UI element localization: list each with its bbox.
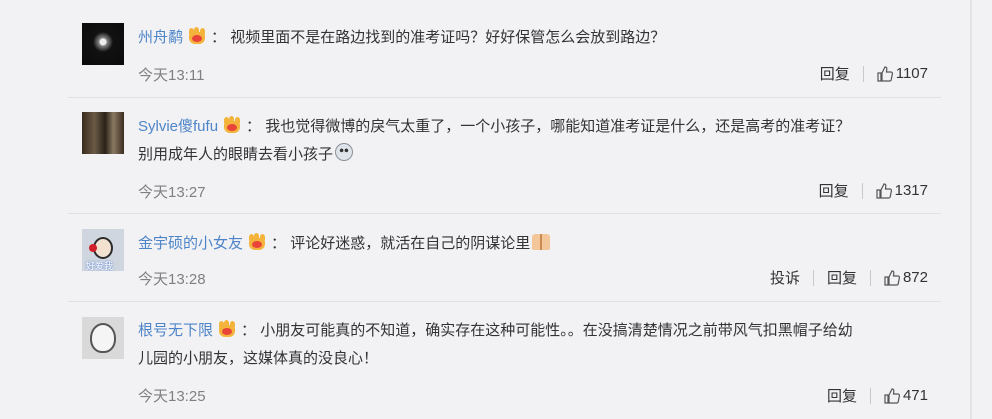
username-link[interactable]: 州舟鹬 <box>138 29 183 46</box>
username-link[interactable]: 根号无下限 <box>138 322 213 339</box>
comment-actions: 投诉 回复 872 <box>770 267 928 288</box>
like-button[interactable]: 471 <box>884 387 928 404</box>
scrollbar-thumb[interactable] <box>970 0 972 419</box>
avatar-caption: 好爱我 <box>86 261 114 271</box>
action-divider <box>869 269 871 286</box>
reply-button[interactable]: 回复 <box>827 267 857 288</box>
comment-timestamp: 今天13:27 <box>138 184 206 201</box>
like-count: 471 <box>902 387 928 404</box>
comment-text: 我也觉得微博的戾气太重了，一个小孩子，哪能知道准考证是什么，还是高考的准考证？ <box>265 118 851 135</box>
comment-text-line2: 别用成年人的眼睛去看小孩子 <box>138 146 334 163</box>
thumbs-up-icon <box>884 269 900 286</box>
avatar[interactable] <box>82 23 124 65</box>
like-button[interactable]: 1107 <box>877 65 928 82</box>
action-divider <box>869 387 871 404</box>
divider <box>68 301 941 302</box>
like-count: 1107 <box>895 65 928 82</box>
crown-badge-icon <box>222 116 242 134</box>
comment-timestamp: 今天13:25 <box>138 388 206 405</box>
comment-body: Sylvie傻fufu： 我也觉得微博的戾气太重了，一个小孩子，哪能知道准考证是… <box>138 116 851 163</box>
avatar[interactable]: 好爱我 <box>82 229 124 271</box>
comment-body: 州舟鹬： 视频里面不是在路边找到的准考证吗？好好保管怎么会放到路边？ <box>138 27 666 46</box>
comment-timestamp: 今天13:28 <box>138 271 206 288</box>
like-button[interactable]: 872 <box>884 269 928 286</box>
avatar[interactable] <box>82 112 124 154</box>
comment-text-line2: 儿园的小朋友，这媒体真的没良心！ <box>138 350 379 367</box>
reply-button[interactable]: 回复 <box>819 180 849 201</box>
comment-text: 视频里面不是在路边找到的准考证吗？好好保管怎么会放到路边？ <box>230 29 666 46</box>
avatar[interactable] <box>82 317 124 359</box>
action-divider <box>812 269 814 286</box>
crown-badge-icon <box>247 233 267 251</box>
like-count: 1317 <box>894 182 928 199</box>
comment-actions: 回复 1317 <box>819 180 928 201</box>
reply-button[interactable]: 回复 <box>820 63 850 84</box>
comment-actions: 回复 1107 <box>820 63 928 84</box>
action-divider <box>862 65 864 82</box>
username-link[interactable]: Sylvie傻fufu <box>138 118 218 135</box>
shocked-face-emoji-icon <box>335 143 354 161</box>
crown-badge-icon <box>187 27 207 45</box>
comment-body: 根号无下限： 小朋友可能真的不知道，确实存在这种可能性。。在没搞清楚情况之前带风… <box>138 320 853 367</box>
username-link[interactable]: 金宇硕的小女友 <box>138 235 243 252</box>
thumbs-up-icon <box>884 387 900 404</box>
comment-actions: 回复 471 <box>827 385 928 406</box>
thumbs-up-icon <box>876 182 892 199</box>
divider <box>68 213 941 214</box>
scrollbar-track[interactable] <box>961 0 992 419</box>
comment-timestamp: 今天13:11 <box>138 67 205 84</box>
divider <box>68 97 941 98</box>
action-divider <box>861 182 863 199</box>
crown-badge-icon <box>217 320 237 338</box>
like-button[interactable]: 1317 <box>876 182 928 199</box>
reply-button[interactable]: 回复 <box>827 385 857 406</box>
like-count: 872 <box>902 269 928 286</box>
comment-text: 评论好迷惑，就活在自己的阴谋论里 <box>290 235 531 252</box>
report-button[interactable]: 投诉 <box>770 267 800 288</box>
praying-hands-emoji-icon <box>532 234 551 250</box>
comment-body: 金宇硕的小女友： 评论好迷惑，就活在自己的阴谋论里 <box>138 230 928 258</box>
thumbs-up-icon <box>877 65 893 82</box>
comment-text: 小朋友可能真的不知道，确实存在这种可能性。。在没搞清楚情况之前带风气扣黑帽子给幼 <box>260 322 853 339</box>
